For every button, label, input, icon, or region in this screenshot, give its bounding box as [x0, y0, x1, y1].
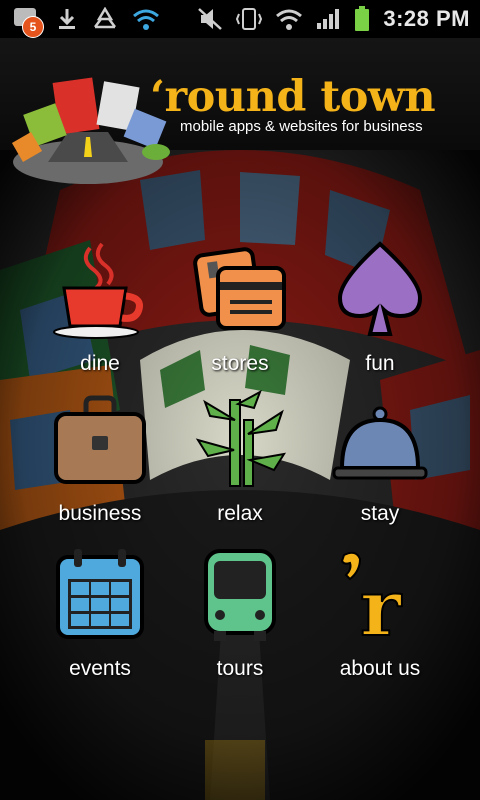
brand-tagline: mobile apps & websites for business — [180, 118, 423, 135]
bus-icon — [204, 549, 276, 641]
recycle-icon — [94, 7, 116, 29]
download-icon — [59, 9, 75, 29]
menu-item-label: stores — [211, 352, 269, 375]
credit-cards-icon — [193, 247, 286, 330]
vibrate-icon — [236, 8, 263, 30]
menu-item-label: events — [69, 657, 131, 680]
status-bar: 5 3:28 PM — [0, 0, 480, 38]
menu-item-stores[interactable]: stores — [170, 240, 310, 390]
menu-item-stay[interactable]: stay — [310, 390, 450, 540]
brand-title: ‘round town — [150, 72, 436, 122]
wifi-signal-icon — [276, 9, 303, 30]
bamboo-icon — [195, 390, 287, 487]
menu-item-label: fun — [365, 352, 395, 375]
menu-item-label: about us — [339, 657, 421, 680]
spade-icon — [337, 241, 423, 336]
menu-item-relax[interactable]: relax — [170, 390, 310, 540]
battery-icon — [355, 6, 370, 31]
header-banner: ‘round town mobile apps & websites for b… — [0, 38, 480, 184]
wifi-icon — [133, 9, 159, 30]
menu-item-label: dine — [80, 352, 120, 375]
service-bell-icon — [332, 406, 428, 480]
menu-item-label: business — [58, 502, 142, 525]
briefcase-icon — [54, 395, 146, 484]
calendar-icon — [56, 549, 144, 639]
notification-count: 5 — [22, 16, 44, 38]
menu-item-fun[interactable]: fun — [310, 240, 450, 390]
menu-item-events[interactable]: events — [30, 545, 170, 695]
mute-icon — [198, 8, 223, 30]
menu-item-dine[interactable]: dine — [30, 240, 170, 390]
menu-item-label: stay — [360, 502, 400, 525]
clock: 3:28 PM — [383, 6, 470, 31]
svg-text:r: r — [360, 563, 402, 645]
cell-signal-icon — [317, 9, 340, 29]
coffee-cup-icon — [53, 242, 143, 339]
menu-item-label: tours — [216, 657, 264, 680]
menu-item-tours[interactable]: tours — [170, 545, 310, 695]
round-town-logo-icon: r — [340, 551, 403, 645]
menu-item-business[interactable]: business — [30, 390, 170, 540]
menu-item-about-us[interactable]: r about us — [310, 545, 450, 695]
menu-item-label: relax — [217, 502, 263, 525]
notification-badge-icon[interactable]: 5 — [12, 4, 44, 38]
